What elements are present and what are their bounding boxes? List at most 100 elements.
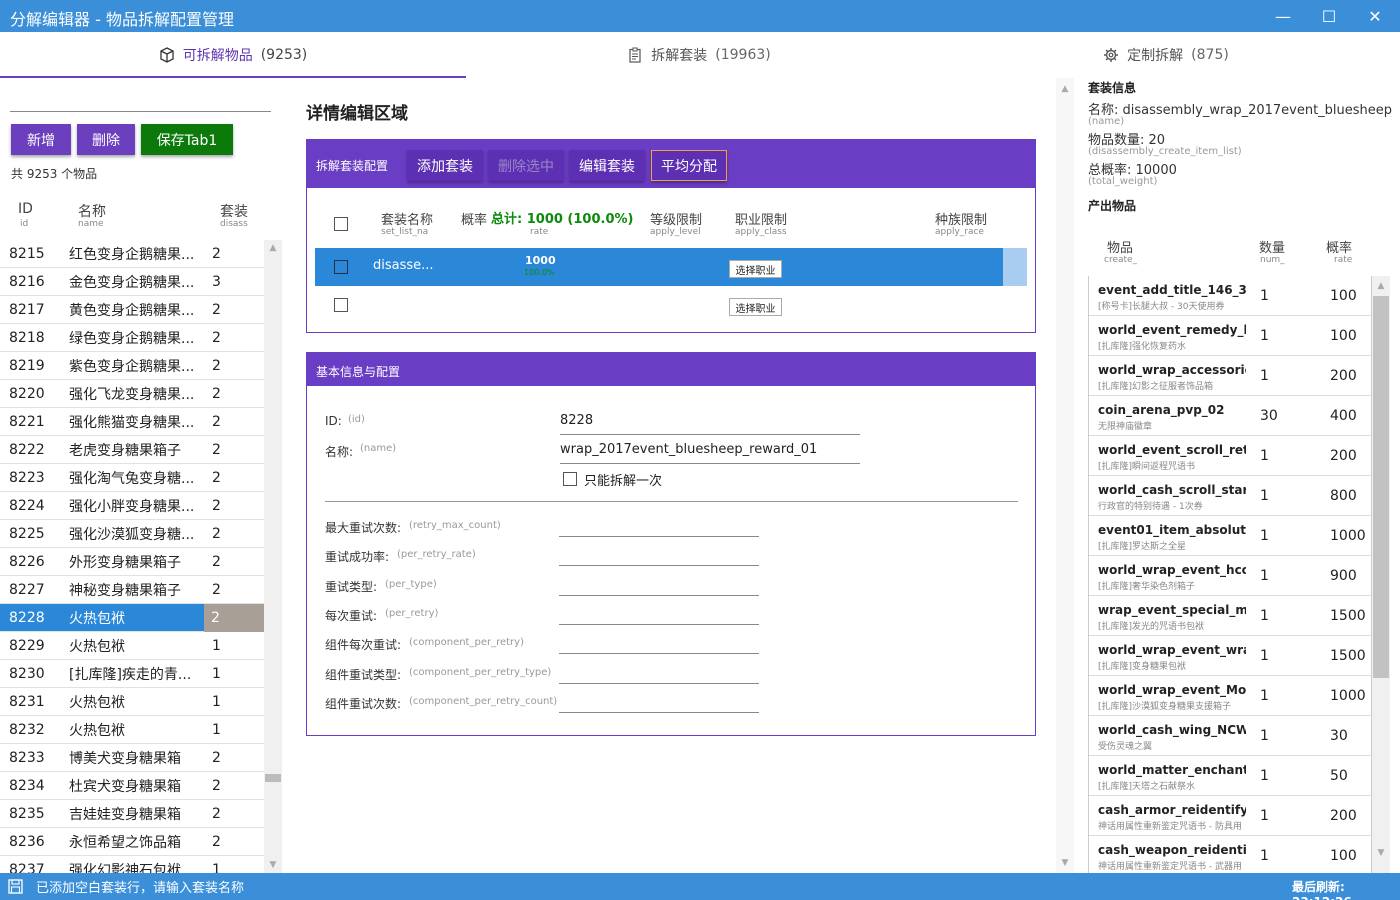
scroll-up-icon[interactable]: ▲: [1056, 81, 1074, 97]
list-item[interactable]: 8223 强化淘气兔变身糖... 2: [0, 464, 264, 492]
list-item[interactable]: 8236 永恒希望之饰品箱 2: [0, 828, 264, 856]
level-header[interactable]: 等级限制: [650, 209, 702, 228]
list-item[interactable]: 8219 紫色变身企鹅糖果... 2: [0, 352, 264, 380]
output-item-row[interactable]: event01_item_absoluteexp [扎库隆]罗达斯之全星 1 1000: [1088, 516, 1372, 556]
output-item-row[interactable]: world_wrap_event_Mongsil [扎库隆]沙漠狐变身糖果支援箱子…: [1088, 676, 1372, 716]
distribute-evenly-button[interactable]: 平均分配: [651, 150, 727, 181]
scroll-up-icon[interactable]: ▲: [264, 240, 282, 256]
rate-cell[interactable]: 1000: [525, 254, 556, 267]
field-input[interactable]: [559, 691, 759, 713]
output-item-row[interactable]: wrap_event_special_mid_dc [扎库隆]发光的咒语书包袱 1 1…: [1088, 596, 1372, 636]
set-name-cell[interactable]: disasse...: [373, 258, 434, 273]
edit-set-button[interactable]: 编辑套装: [569, 150, 645, 181]
list-item[interactable]: 8220 强化飞龙变身糖果... 2: [0, 380, 264, 408]
minimize-button[interactable]: —: [1260, 0, 1306, 32]
add-item-button[interactable]: 新增: [11, 124, 71, 155]
class-header[interactable]: 职业限制: [735, 209, 787, 228]
scrollbar-thumb[interactable]: [265, 774, 281, 782]
column-header-num[interactable]: 数量: [1259, 237, 1285, 256]
item-id: 8221: [9, 413, 45, 430]
delete-item-button[interactable]: 删除: [77, 124, 135, 155]
choose-class-button[interactable]: 选择职业: [729, 260, 782, 278]
list-item[interactable]: 8224 强化小胖变身糖果... 2: [0, 492, 264, 520]
scrollbar-thumb[interactable]: [1373, 296, 1389, 678]
list-item[interactable]: 8230 [扎库隆]疾走的青... 1: [0, 660, 264, 688]
close-button[interactable]: ✕: [1352, 0, 1398, 32]
output-item-row[interactable]: world_event_scroll_return_i [扎库隆]瞬间返程咒语书 1…: [1088, 436, 1372, 476]
column-header-id[interactable]: ID: [18, 201, 33, 217]
tab-disassemble-sets[interactable]: 拆解套装 (19963): [466, 32, 932, 78]
field-input[interactable]: [559, 515, 759, 537]
list-item[interactable]: 8228 火热包袱 2: [0, 604, 264, 632]
output-scrollbar[interactable]: ▲ ▼: [1372, 276, 1390, 873]
column-header-set[interactable]: 套装: [220, 201, 250, 221]
list-item[interactable]: 8221 强化熊猫变身糖果... 2: [0, 408, 264, 436]
field-input[interactable]: [559, 632, 759, 655]
cell-border: [1088, 436, 1089, 476]
output-item-row[interactable]: world_event_remedy_hp_m [扎库隆]强化恢复药水 1 100: [1088, 316, 1372, 356]
list-item[interactable]: 8217 黄色变身企鹅糖果... 2: [0, 296, 264, 324]
output-item-row[interactable]: coin_arena_pvp_02 无限神庙徽章 30 400: [1088, 396, 1372, 436]
item-desc: 受伤灵魂之翼: [1098, 742, 1153, 752]
list-item[interactable]: 8222 老虎变身糖果箱子 2: [0, 436, 264, 464]
set-name-header[interactable]: 套装名称: [381, 209, 433, 228]
field-input[interactable]: [559, 603, 759, 625]
choose-class-button[interactable]: 选择职业: [729, 298, 782, 316]
list-item[interactable]: 8225 强化沙漠狐变身糖... 2: [0, 520, 264, 548]
disassemble-once-label[interactable]: 只能拆解一次: [584, 470, 662, 489]
field-input[interactable]: [559, 662, 759, 684]
name-input[interactable]: wrap_2017event_bluesheep_reward_01: [560, 442, 860, 464]
list-item[interactable]: 8227 神秘变身糖果箱子 2: [0, 576, 264, 604]
list-item[interactable]: 8218 绿色变身企鹅糖果... 2: [0, 324, 264, 352]
tab-disassemble-items[interactable]: 可拆解物品 (9253): [0, 32, 466, 78]
output-item-row[interactable]: world_wrap_accessories_bc [扎库隆]幻影之征服者饰品箱 1…: [1088, 356, 1372, 396]
field-label: 组件每次重试:: [325, 638, 402, 653]
output-item-row[interactable]: world_matter_enchant_cps [扎库隆]天塔之石献祭水 1 50: [1088, 756, 1372, 796]
output-item-row[interactable]: event_add_title_146_30 [称号卡]长腿大叔 - 30天使用券…: [1088, 276, 1372, 316]
field-input[interactable]: [559, 544, 759, 567]
column-header-name[interactable]: 名称: [78, 201, 106, 221]
select-all-checkbox[interactable]: [334, 217, 348, 231]
output-item-row[interactable]: cash_weapon_reidentify_m 神话用属性重新鉴定咒语书 - 武…: [1088, 836, 1372, 873]
column-header-item[interactable]: 物品: [1107, 237, 1133, 256]
rate-header[interactable]: 概率: [461, 209, 487, 228]
list-item[interactable]: 8234 杜宾犬变身糖果箱 2: [0, 772, 264, 800]
set-row[interactable]: disasse... 1000 100.0% 选择职业: [315, 248, 1003, 286]
output-item-row[interactable]: world_cash_wing_NCWcon 受伤灵魂之翼 1 30: [1088, 716, 1372, 756]
row-checkbox[interactable]: [334, 298, 348, 312]
scroll-up-icon[interactable]: ▲: [1372, 278, 1390, 294]
list-scrollbar[interactable]: ▲ ▼: [264, 240, 282, 873]
add-set-button[interactable]: 添加套装: [407, 150, 483, 181]
output-item-row[interactable]: world_cash_scroll_start_kit 行政官的特别待遇 - 1次…: [1088, 476, 1372, 516]
row-edge-scroll[interactable]: [1003, 248, 1027, 286]
list-item[interactable]: 8215 红色变身企鹅糖果... 2: [0, 240, 264, 268]
race-header[interactable]: 种族限制: [935, 209, 987, 228]
list-item[interactable]: 8231 火热包袱 1: [0, 688, 264, 716]
maximize-button[interactable]: ☐: [1306, 0, 1352, 32]
output-item-row[interactable]: cash_armor_reidentify_m_6 神话用属性重新鉴定咒语书 - …: [1088, 796, 1372, 836]
output-item-row[interactable]: world_wrap_event_hcoin03 [扎库隆]奢华染色剂箱子 1 900: [1088, 556, 1372, 596]
tab-custom-disassemble[interactable]: 定制拆解 (875): [932, 32, 1400, 78]
item-id: 8218: [9, 329, 45, 346]
list-item[interactable]: 8233 博美犬变身糖果箱 2: [0, 744, 264, 772]
list-item[interactable]: 8235 吉娃娃变身糖果箱 2: [0, 800, 264, 828]
field-input[interactable]: [559, 574, 759, 596]
list-item[interactable]: 8229 火热包袱 1: [0, 632, 264, 660]
id-input[interactable]: 8228: [560, 413, 860, 435]
detail-scrollbar[interactable]: ▲ ▼: [1056, 78, 1074, 873]
delete-selected-button[interactable]: 删除选中: [488, 150, 564, 181]
save-tab1-button[interactable]: 保存Tab1: [141, 124, 233, 155]
list-item[interactable]: 8232 火热包袱 1: [0, 716, 264, 744]
set-row[interactable]: 选择职业: [315, 286, 1027, 324]
list-item[interactable]: 8216 金色变身企鹅糖果... 3: [0, 268, 264, 296]
row-checkbox[interactable]: [334, 260, 348, 274]
scroll-down-icon[interactable]: ▼: [264, 857, 282, 873]
scroll-down-icon[interactable]: ▼: [1056, 855, 1074, 871]
disassemble-once-checkbox[interactable]: [563, 472, 577, 486]
list-item[interactable]: 8237 强化幻影神石包袱 1: [0, 856, 264, 874]
column-header-rate[interactable]: 概率: [1326, 237, 1352, 256]
scroll-down-icon[interactable]: ▼: [1372, 845, 1390, 861]
cell-border: [1088, 796, 1089, 836]
list-item[interactable]: 8226 外形变身糖果箱子 2: [0, 548, 264, 576]
output-item-row[interactable]: world_wrap_event_wrap_candy_al [扎库隆]变身糖果包…: [1088, 636, 1372, 676]
